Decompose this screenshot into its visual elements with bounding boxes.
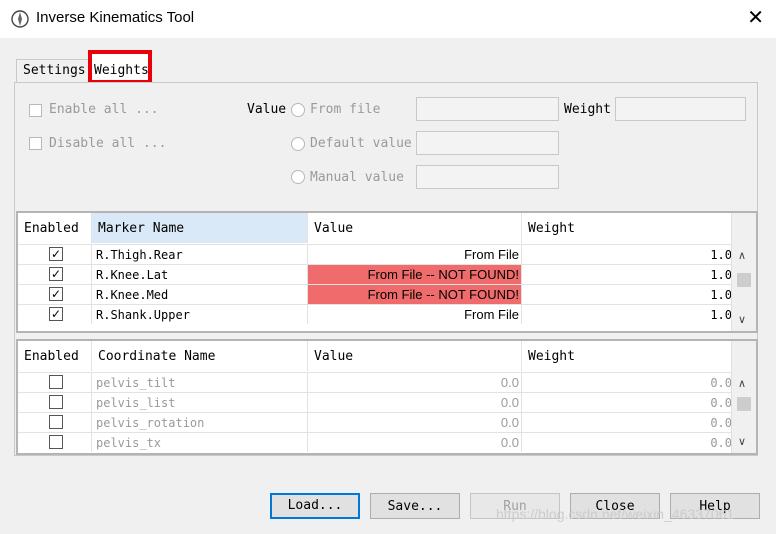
marker-name: R.Shank.Upper (92, 305, 308, 324)
weight-label: Weight (564, 102, 611, 117)
marker-name: R.Knee.Lat (92, 265, 308, 284)
header-weight[interactable]: Weight (522, 341, 734, 371)
header-enabled[interactable]: Enabled (18, 213, 92, 243)
from-file-field[interactable] (416, 97, 559, 121)
from-file-label: From file (310, 102, 381, 117)
coordinate-value[interactable]: 0.0 (308, 393, 522, 412)
coordinate-table: Enabled Coordinate Name Value Weight pel… (16, 339, 758, 455)
disable-all-label: Disable all ... (49, 136, 167, 151)
coordinate-name: pelvis_tx (92, 433, 308, 452)
row-enabled-checkbox[interactable] (49, 395, 63, 409)
table-row[interactable]: pelvis_tx 0.0 0.0 (18, 432, 734, 452)
table-row[interactable]: ✓ R.Knee.Med From File -- NOT FOUND! 1.0 (18, 284, 734, 304)
scroll-up-icon[interactable]: ∧ (738, 249, 746, 262)
marker-name: R.Thigh.Rear (92, 245, 308, 264)
marker-weight[interactable]: 1.0 (522, 305, 734, 324)
weight-field[interactable] (615, 97, 746, 121)
marker-table: Enabled Marker Name Value Weight ✓ R.Thi… (16, 211, 758, 333)
row-enabled-checkbox[interactable] (49, 415, 63, 429)
table-row[interactable]: ✓ R.Shank.Upper From File 1.0 (18, 304, 734, 324)
coordinate-value[interactable]: 0.0 (308, 413, 522, 432)
window-title: Inverse Kinematics Tool (36, 9, 195, 26)
disable-all-checkbox[interactable] (29, 137, 42, 150)
title-bar: Inverse Kinematics Tool ✕ (0, 0, 776, 38)
coordinate-name: pelvis_list (92, 393, 308, 412)
load-button[interactable]: Load... (270, 493, 360, 519)
table-row[interactable]: ✓ R.Knee.Lat From File -- NOT FOUND! 1.0 (18, 264, 734, 284)
coordinate-weight[interactable]: 0.0 (522, 433, 734, 452)
enable-all-label: Enable all ... (49, 102, 159, 117)
row-enabled-checkbox[interactable]: ✓ (49, 287, 63, 301)
coordinate-value[interactable]: 0.0 (308, 373, 522, 392)
marker-name: R.Knee.Med (92, 285, 308, 304)
table-row[interactable]: pelvis_rotation 0.0 0.0 (18, 412, 734, 432)
marker-value[interactable]: From File (308, 305, 522, 324)
table-row[interactable]: pelvis_list 0.0 0.0 (18, 392, 734, 412)
coordinate-name: pelvis_rotation (92, 413, 308, 432)
from-file-radio[interactable] (291, 103, 305, 117)
scroll-down-icon[interactable]: ∨ (738, 313, 746, 326)
header-value[interactable]: Value (308, 341, 522, 371)
default-value-radio[interactable] (291, 137, 305, 151)
marker-value-not-found[interactable]: From File -- NOT FOUND! (308, 285, 522, 304)
marker-table-scrollbar[interactable]: ∧ ∨ (731, 213, 756, 331)
coordinate-weight[interactable]: 0.0 (522, 413, 734, 432)
enable-all-checkbox[interactable] (29, 104, 42, 117)
manual-value-field[interactable] (416, 165, 559, 189)
watermark: https://blog.csdn.net/weixin_46337061 (496, 506, 735, 522)
marker-weight[interactable]: 1.0 (522, 285, 734, 304)
default-value-field[interactable] (416, 131, 559, 155)
coordinate-name: pelvis_tilt (92, 373, 308, 392)
coordinate-weight[interactable]: 0.0 (522, 393, 734, 412)
scroll-up-icon[interactable]: ∧ (738, 377, 746, 390)
tab-settings[interactable]: Settings (16, 59, 93, 83)
manual-value-radio[interactable] (291, 170, 305, 184)
marker-value[interactable]: From File (308, 245, 522, 264)
header-enabled[interactable]: Enabled (18, 341, 92, 371)
marker-value-not-found[interactable]: From File -- NOT FOUND! (308, 265, 522, 284)
header-marker-name[interactable]: Marker Name (92, 213, 308, 243)
header-value[interactable]: Value (308, 213, 522, 243)
coordinate-weight[interactable]: 0.0 (522, 373, 734, 392)
marker-weight[interactable]: 1.0 (522, 245, 734, 264)
value-label: Value (247, 102, 287, 117)
row-enabled-checkbox[interactable]: ✓ (49, 267, 63, 281)
row-enabled-checkbox[interactable]: ✓ (49, 307, 63, 321)
coordinate-value[interactable]: 0.0 (308, 433, 522, 452)
coordinate-table-scrollbar[interactable]: ∧ ∨ (731, 341, 756, 453)
scroll-thumb[interactable] (737, 397, 751, 411)
marker-weight[interactable]: 1.0 (522, 265, 734, 284)
row-enabled-checkbox[interactable] (49, 375, 63, 389)
default-value-label: Default value (310, 136, 412, 151)
row-enabled-checkbox[interactable] (49, 435, 63, 449)
manual-value-label: Manual value (310, 170, 404, 185)
row-enabled-checkbox[interactable]: ✓ (49, 247, 63, 261)
scroll-thumb[interactable] (737, 273, 751, 287)
table-row[interactable]: pelvis_tilt 0.0 0.0 (18, 372, 734, 392)
tab-weights[interactable]: Weights (88, 50, 152, 84)
scroll-down-icon[interactable]: ∨ (738, 435, 746, 448)
header-coordinate-name[interactable]: Coordinate Name (92, 341, 308, 371)
close-window-icon[interactable]: ✕ (747, 8, 764, 28)
save-button[interactable]: Save... (370, 493, 460, 519)
table-row[interactable]: ✓ R.Thigh.Rear From File 1.0 (18, 244, 734, 264)
app-icon (11, 10, 29, 28)
header-weight[interactable]: Weight (522, 213, 734, 243)
